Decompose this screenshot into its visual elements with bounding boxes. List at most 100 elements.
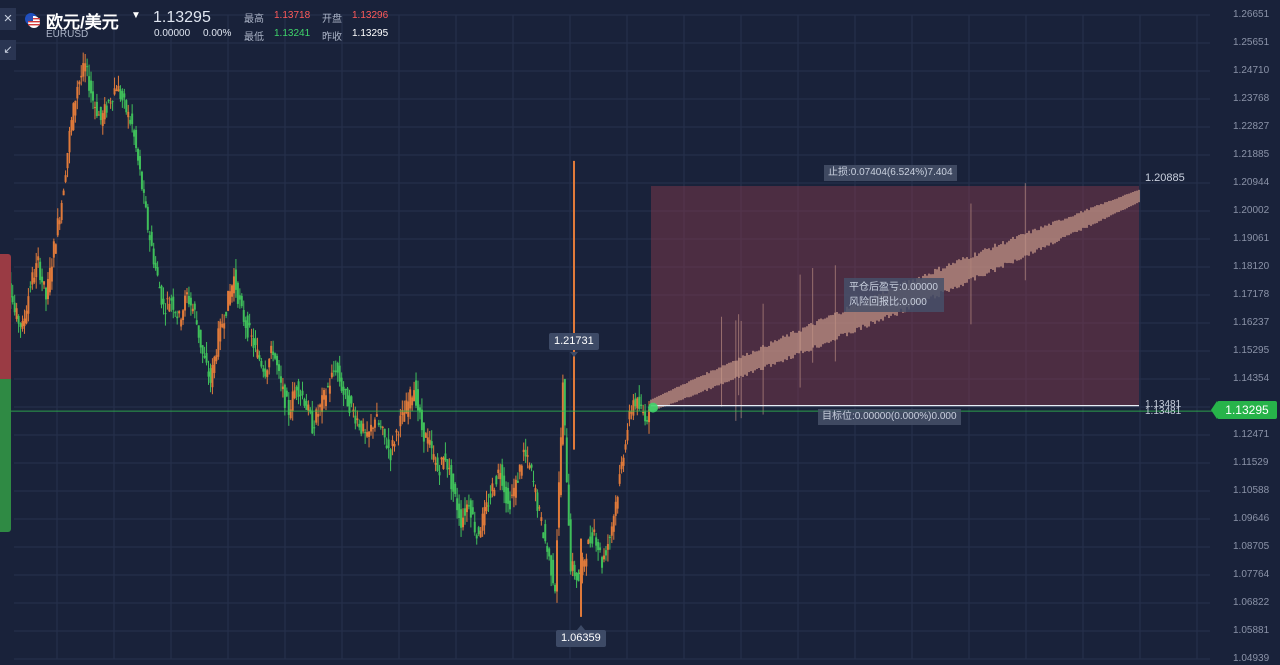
candle-body bbox=[287, 399, 290, 415]
eu-us-flag-icon bbox=[25, 13, 40, 28]
candle-body bbox=[571, 561, 574, 571]
candle-body bbox=[111, 101, 114, 103]
close-icon[interactable]: × bbox=[0, 8, 16, 30]
candle-body bbox=[231, 285, 234, 297]
candle-body bbox=[54, 244, 57, 254]
candle-body bbox=[158, 287, 161, 289]
buy-volume-bar[interactable] bbox=[0, 379, 11, 532]
price-tick-label: 1.15295 bbox=[1233, 345, 1270, 356]
candle-body bbox=[305, 400, 308, 410]
candle-body bbox=[526, 455, 529, 457]
candle-body bbox=[368, 431, 371, 437]
candle-body bbox=[133, 130, 136, 137]
stop-price-label: 1.20885 bbox=[1145, 172, 1185, 184]
price-tick-label: 1.08705 bbox=[1233, 541, 1270, 552]
candle-body bbox=[465, 504, 468, 513]
candle-body bbox=[201, 345, 204, 354]
candle-body bbox=[293, 390, 296, 399]
candle-body bbox=[385, 445, 388, 448]
candle-body bbox=[156, 267, 159, 276]
candle-body bbox=[223, 323, 226, 329]
entry-price-label-dup: 1.13481 bbox=[1145, 406, 1182, 417]
candle-body bbox=[72, 103, 75, 131]
candle-body bbox=[138, 156, 141, 170]
symbol-dropdown-icon[interactable]: ▼ bbox=[131, 10, 141, 21]
candle-body bbox=[493, 489, 496, 496]
candle-body bbox=[575, 572, 578, 581]
candle-body bbox=[503, 475, 506, 493]
sell-volume-bar[interactable] bbox=[0, 254, 11, 379]
candle-body bbox=[321, 395, 324, 413]
candle-body bbox=[483, 507, 486, 526]
candle-body bbox=[240, 295, 243, 307]
candle-body bbox=[463, 508, 466, 516]
candle-body bbox=[236, 282, 239, 304]
candle-body bbox=[389, 449, 392, 461]
candle-body bbox=[166, 298, 169, 300]
candle-body bbox=[469, 500, 472, 518]
candle-body bbox=[238, 295, 241, 300]
candle-body bbox=[127, 111, 130, 118]
candle-body bbox=[559, 437, 562, 496]
candle-body bbox=[182, 310, 185, 321]
price-tick-label: 1.21885 bbox=[1233, 149, 1270, 160]
candle-body bbox=[103, 104, 106, 120]
shrink-icon[interactable]: ↙ bbox=[0, 40, 16, 60]
candle-body bbox=[366, 432, 369, 437]
candle-body bbox=[334, 370, 337, 373]
candle-body bbox=[552, 559, 555, 584]
candle-body bbox=[276, 355, 279, 366]
candle-body bbox=[618, 474, 621, 484]
candle-body bbox=[604, 550, 607, 556]
candle-body bbox=[295, 386, 298, 391]
candle-body bbox=[644, 411, 647, 422]
candle-body bbox=[330, 372, 333, 378]
candle-body bbox=[608, 536, 611, 538]
candle-body bbox=[409, 389, 412, 409]
candle-body bbox=[587, 539, 590, 545]
candle-body bbox=[15, 308, 18, 319]
low-label: 最低 bbox=[244, 32, 264, 43]
candle-body bbox=[516, 480, 519, 483]
price-tick-label: 1.09646 bbox=[1233, 513, 1270, 524]
candle-body bbox=[624, 444, 627, 450]
open-value: 1.13296 bbox=[352, 10, 389, 21]
candle-body bbox=[209, 368, 212, 383]
candle-body bbox=[152, 248, 155, 265]
candle-body bbox=[17, 315, 20, 324]
candle-body bbox=[597, 542, 600, 551]
candle-body bbox=[215, 355, 218, 362]
price-tick-label: 1.14354 bbox=[1233, 373, 1270, 384]
candle-body bbox=[614, 501, 617, 516]
candle-body bbox=[395, 430, 398, 433]
candle-body bbox=[399, 415, 402, 427]
candle-body bbox=[371, 427, 374, 429]
price-tick-label: 1.20944 bbox=[1233, 177, 1270, 188]
candle-body bbox=[460, 509, 463, 528]
candle-body bbox=[197, 325, 200, 338]
candle-body bbox=[189, 297, 192, 306]
candle-body bbox=[140, 171, 143, 190]
high-label: 最高 bbox=[244, 14, 264, 25]
price-tick-label: 1.24710 bbox=[1233, 65, 1270, 76]
candle-body bbox=[601, 557, 604, 568]
candle-body bbox=[373, 419, 376, 428]
target-label[interactable]: 目标位:0.00000(0.000%)0.000 bbox=[818, 409, 961, 425]
candle-body bbox=[291, 391, 294, 412]
stop-loss-label[interactable]: 止损:0.07404(6.524%)7.404 bbox=[824, 165, 957, 181]
candle-body bbox=[638, 396, 641, 409]
candle-body bbox=[260, 360, 263, 367]
candle-body bbox=[407, 401, 410, 417]
candle-body bbox=[567, 484, 570, 526]
candle-body bbox=[19, 323, 22, 327]
candle-body bbox=[29, 286, 32, 288]
price-chart[interactable] bbox=[0, 0, 1280, 665]
change-absolute: 0.00000 bbox=[154, 28, 191, 39]
price-tick-label: 1.05881 bbox=[1233, 625, 1270, 636]
price-tick-label: 1.11529 bbox=[1233, 457, 1269, 468]
candle-body bbox=[52, 241, 55, 258]
symbol-code: EURUSD bbox=[46, 29, 89, 40]
candle-body bbox=[379, 426, 382, 428]
candle-body bbox=[387, 439, 390, 449]
candle-body bbox=[393, 443, 396, 447]
